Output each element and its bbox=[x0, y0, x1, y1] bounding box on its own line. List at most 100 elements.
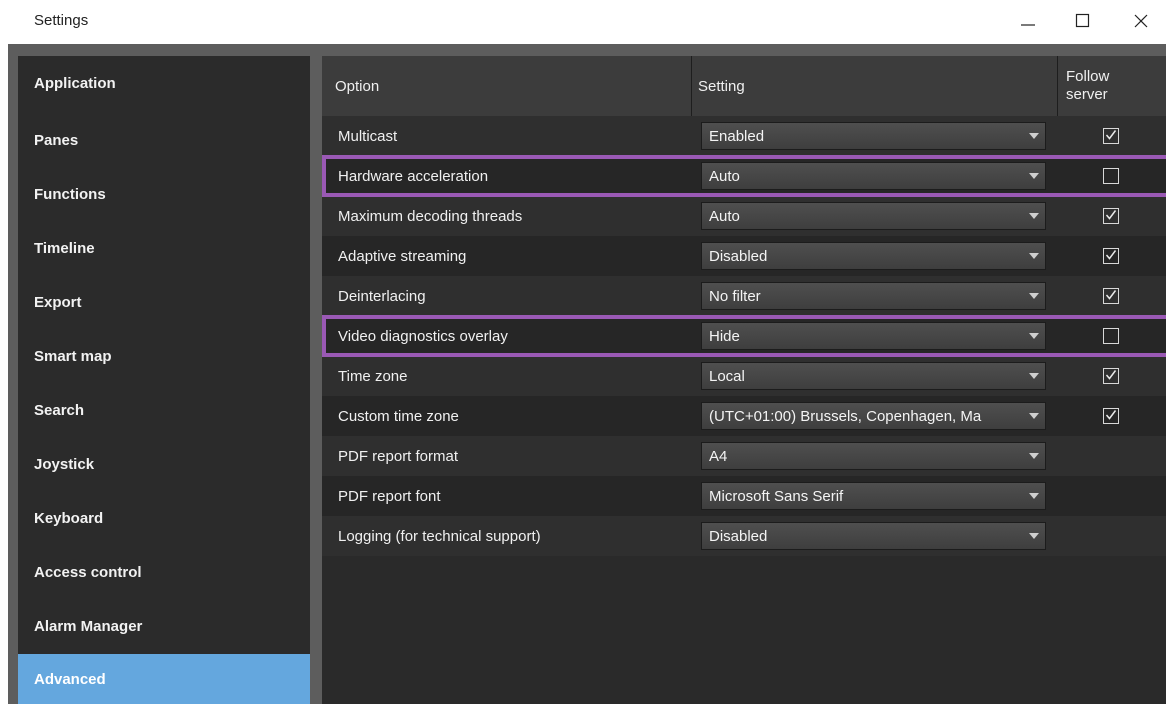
setting-value: Hide bbox=[709, 328, 740, 345]
checkmark-icon bbox=[1105, 210, 1117, 220]
sidebar-item-joystick[interactable]: Joystick bbox=[18, 437, 310, 491]
setting-value: No filter bbox=[709, 288, 761, 305]
maximize-icon bbox=[1075, 13, 1090, 28]
sidebar-item-label: Panes bbox=[34, 131, 79, 149]
sidebar-item-functions[interactable]: Functions bbox=[18, 167, 310, 221]
setting-value: Local bbox=[709, 368, 745, 385]
table-row: PDF report font Microsoft Sans Serif bbox=[322, 476, 1166, 516]
option-label: Custom time zone bbox=[338, 408, 459, 425]
setting-value: Auto bbox=[709, 168, 740, 185]
sidebar-item-panes[interactable]: Panes bbox=[18, 113, 310, 167]
checkmark-icon bbox=[1105, 410, 1117, 420]
sidebar-item-label: Advanced bbox=[34, 670, 106, 688]
setting-dropdown[interactable]: Disabled bbox=[701, 522, 1046, 550]
table-row: Hardware acceleration Auto bbox=[322, 156, 1166, 196]
sidebar-item-label: Joystick bbox=[34, 455, 95, 473]
setting-value: Auto bbox=[709, 208, 740, 225]
option-label: Deinterlacing bbox=[338, 288, 426, 305]
setting-dropdown[interactable]: Microsoft Sans Serif bbox=[701, 482, 1046, 510]
sidebar-item-label: Export bbox=[34, 293, 82, 311]
setting-value: (UTC+01:00) Brussels, Copenhagen, Ma bbox=[709, 408, 982, 425]
table-row: PDF report format A4 bbox=[322, 436, 1166, 476]
setting-dropdown[interactable]: No filter bbox=[701, 282, 1046, 310]
sidebar-item-export[interactable]: Export bbox=[18, 275, 310, 329]
setting-dropdown[interactable]: Local bbox=[701, 362, 1046, 390]
chevron-down-icon bbox=[1029, 293, 1039, 299]
table-row: Maximum decoding threads Auto bbox=[322, 196, 1166, 236]
setting-value: Disabled bbox=[709, 528, 768, 545]
chevron-down-icon bbox=[1029, 533, 1039, 539]
title-bar: Settings bbox=[0, 0, 1166, 42]
table-row: Custom time zone (UTC+01:00) Brussels, Co… bbox=[322, 396, 1166, 436]
sidebar-item-advanced[interactable]: Advanced bbox=[18, 654, 310, 704]
chevron-down-icon bbox=[1029, 453, 1039, 459]
chevron-down-icon bbox=[1029, 213, 1039, 219]
follow-server-checkbox[interactable] bbox=[1103, 248, 1119, 264]
table-row: Adaptive streaming Disabled bbox=[322, 236, 1166, 276]
checkmark-icon bbox=[1105, 130, 1117, 140]
minimize-icon bbox=[1021, 24, 1035, 26]
maximize-button[interactable] bbox=[1060, 6, 1106, 36]
option-label: Adaptive streaming bbox=[338, 248, 467, 265]
follow-server-checkbox[interactable] bbox=[1103, 288, 1119, 304]
close-button[interactable] bbox=[1118, 6, 1164, 36]
window-title: Settings bbox=[34, 12, 89, 29]
table-row: Multicast Enabled bbox=[322, 116, 1166, 156]
minimize-button[interactable] bbox=[1005, 6, 1051, 36]
option-label: Logging (for technical support) bbox=[338, 528, 541, 545]
sidebar-item-label: Keyboard bbox=[34, 509, 104, 527]
setting-dropdown[interactable]: Auto bbox=[701, 162, 1046, 190]
sidebar-item-label: Functions bbox=[34, 185, 106, 203]
sidebar-item-label: Application bbox=[34, 74, 116, 92]
setting-dropdown[interactable]: (UTC+01:00) Brussels, Copenhagen, Ma bbox=[701, 402, 1046, 430]
sidebar-item-alarm-manager[interactable]: Alarm Manager bbox=[18, 599, 310, 653]
checkmark-icon bbox=[1105, 250, 1117, 260]
setting-dropdown[interactable]: Enabled bbox=[701, 122, 1046, 150]
follow-server-checkbox[interactable] bbox=[1103, 208, 1119, 224]
column-header-setting[interactable]: Setting bbox=[692, 56, 1058, 116]
chevron-down-icon bbox=[1029, 373, 1039, 379]
option-label: Hardware acceleration bbox=[338, 168, 489, 185]
close-icon bbox=[1134, 14, 1148, 28]
column-header-follow-server[interactable]: Follow server bbox=[1058, 56, 1166, 116]
sidebar-item-access-control[interactable]: Access control bbox=[18, 545, 310, 599]
sidebar-item-search[interactable]: Search bbox=[18, 383, 310, 437]
table-row: Time zone Local bbox=[322, 356, 1166, 396]
sidebar-item-smart-map[interactable]: Smart map bbox=[18, 329, 310, 383]
option-label: PDF report format bbox=[338, 448, 459, 465]
follow-server-checkbox[interactable] bbox=[1103, 328, 1119, 344]
option-label: Video diagnostics overlay bbox=[338, 328, 508, 345]
checkmark-icon bbox=[1105, 370, 1117, 380]
sidebar: Application Panes Functions Timeline Exp… bbox=[18, 56, 310, 704]
option-label: PDF report font bbox=[338, 488, 441, 505]
sidebar-item-application[interactable]: Application bbox=[18, 56, 310, 110]
option-label: Time zone bbox=[338, 368, 408, 385]
follow-server-checkbox[interactable] bbox=[1103, 128, 1119, 144]
chevron-down-icon bbox=[1029, 253, 1039, 259]
column-header-option[interactable]: Option bbox=[322, 56, 692, 116]
follow-server-checkbox[interactable] bbox=[1103, 168, 1119, 184]
setting-dropdown[interactable]: Disabled bbox=[701, 242, 1046, 270]
sidebar-item-label: Smart map bbox=[34, 347, 112, 365]
setting-dropdown[interactable]: A4 bbox=[701, 442, 1046, 470]
chevron-down-icon bbox=[1029, 333, 1039, 339]
setting-value: Disabled bbox=[709, 248, 768, 265]
table-row: Deinterlacing No filter bbox=[322, 276, 1166, 316]
sidebar-item-timeline[interactable]: Timeline bbox=[18, 221, 310, 275]
chevron-down-icon bbox=[1029, 413, 1039, 419]
chevron-down-icon bbox=[1029, 173, 1039, 179]
table-header: Option Setting Follow server bbox=[322, 56, 1166, 116]
setting-value: Enabled bbox=[709, 128, 765, 145]
setting-dropdown[interactable]: Hide bbox=[701, 322, 1046, 350]
sidebar-item-keyboard[interactable]: Keyboard bbox=[18, 491, 310, 545]
sidebar-item-label: Search bbox=[34, 401, 85, 419]
follow-server-checkbox[interactable] bbox=[1103, 408, 1119, 424]
checkmark-icon bbox=[1105, 290, 1117, 300]
setting-value: A4 bbox=[709, 448, 728, 465]
setting-dropdown[interactable]: Auto bbox=[701, 202, 1046, 230]
setting-value: Microsoft Sans Serif bbox=[709, 488, 844, 505]
follow-server-checkbox[interactable] bbox=[1103, 368, 1119, 384]
option-label: Maximum decoding threads bbox=[338, 208, 523, 225]
sidebar-item-label: Access control bbox=[34, 563, 142, 581]
table-row: Video diagnostics overlay Hide bbox=[322, 316, 1166, 356]
